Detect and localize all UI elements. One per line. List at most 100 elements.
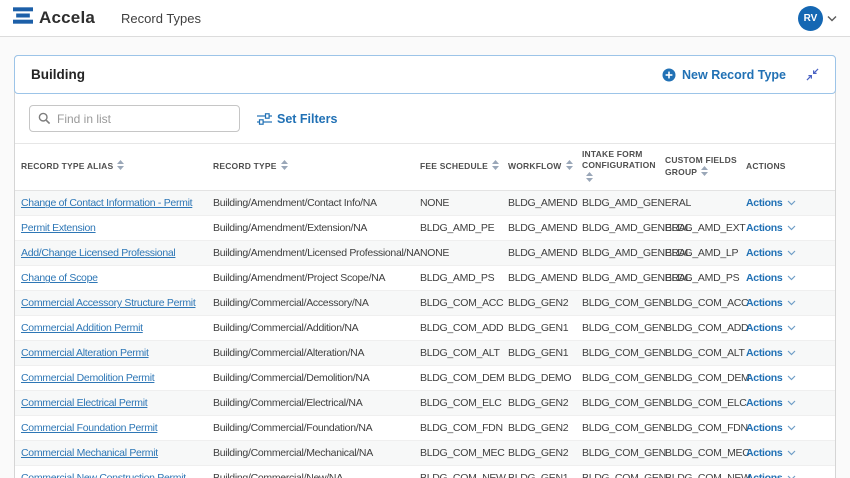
intake-form-cell: BLDG_COM_GEN [576, 441, 659, 466]
record-type-cell: Building/Commercial/Alteration/NA [207, 341, 414, 366]
workflow-cell: BLDG_GEN2 [502, 391, 576, 416]
workflow-cell: BLDG_GEN2 [502, 416, 576, 441]
workflow-cell: BLDG_GEN1 [502, 466, 576, 478]
record-type-alias-link[interactable]: Add/Change Licensed Professional [21, 247, 175, 259]
actions-dropdown[interactable]: Actions [746, 322, 796, 334]
record-type-alias-link[interactable]: Commercial Electrical Permit [21, 397, 147, 409]
actions-dropdown[interactable]: Actions [746, 472, 796, 478]
collapse-arrows-icon [806, 68, 819, 81]
user-menu-chevron-down-icon[interactable] [827, 15, 837, 22]
custom-fields-cell: BLDG_AMD_PS [659, 266, 740, 291]
workflow-cell: BLDG_GEN1 [502, 316, 576, 341]
actions-dropdown[interactable]: Actions [746, 272, 796, 284]
building-panel: Building New Record Type [14, 55, 836, 478]
custom-fields-cell: BLDG_COM_NEW [659, 466, 740, 478]
record-type-alias-link[interactable]: Commercial New Construction Permit [21, 472, 186, 478]
table-body: Change of Contact Information - Permit B… [15, 191, 835, 478]
main-content: Building New Record Type [0, 37, 850, 478]
new-record-type-button[interactable]: New Record Type [662, 68, 786, 82]
custom-fields-cell: BLDG_COM_ALT [659, 341, 740, 366]
panel-title: Building [31, 67, 85, 82]
table-row: Change of Scope Building/Amendment/Proje… [15, 266, 835, 291]
table-row: Commercial Addition Permit Building/Comm… [15, 316, 835, 341]
record-type-alias-link[interactable]: Change of Scope [21, 272, 98, 284]
page-title: Record Types [121, 11, 201, 26]
intake-form-cell: BLDG_AMD_GENERAL [576, 241, 659, 266]
record-type-cell: Building/Commercial/Accessory/NA [207, 291, 414, 316]
fee-schedule-cell: NONE [414, 191, 502, 216]
column-header-record-type-alias[interactable]: RECORD TYPE ALIAS [15, 144, 207, 191]
table-row: Commercial Electrical Permit Building/Co… [15, 391, 835, 416]
record-types-table: RECORD TYPE ALIASRECORD TYPEFEE SCHEDULE… [15, 143, 835, 478]
custom-fields-cell: BLDG_COM_FDN [659, 416, 740, 441]
workflow-cell: BLDG_AMEND [502, 266, 576, 291]
column-header-fee-schedule[interactable]: FEE SCHEDULE [414, 144, 502, 191]
actions-dropdown[interactable]: Actions [746, 347, 796, 359]
record-type-alias-link[interactable]: Commercial Mechanical Permit [21, 447, 158, 459]
record-type-cell: Building/Commercial/Electrical/NA [207, 391, 414, 416]
column-header-custom-fields-group[interactable]: CUSTOM FIELDS GROUP [659, 144, 740, 191]
sort-arrows-icon [701, 166, 708, 179]
actions-dropdown[interactable]: Actions [746, 397, 796, 409]
record-type-alias-link[interactable]: Commercial Demolition Permit [21, 372, 154, 384]
search-box[interactable] [29, 105, 240, 132]
record-type-alias-link[interactable]: Commercial Addition Permit [21, 322, 143, 334]
user-avatar[interactable]: RV [798, 6, 823, 31]
fee-schedule-cell: BLDG_AMD_PS [414, 266, 502, 291]
actions-dropdown[interactable]: Actions [746, 197, 796, 209]
fee-schedule-cell: BLDG_COM_DEM [414, 366, 502, 391]
intake-form-cell: BLDG_AMD_GENERAL [576, 216, 659, 241]
record-type-cell: Building/Commercial/New/NA [207, 466, 414, 478]
record-type-cell: Building/Amendment/Licensed Professional… [207, 241, 414, 266]
sort-arrows-icon [281, 160, 288, 173]
collapse-panel-button[interactable] [806, 68, 819, 81]
accela-brand[interactable]: Accela [13, 7, 95, 29]
column-header-intake-form-configuration[interactable]: INTAKE FORM CONFIGURATION [576, 144, 659, 191]
record-type-cell: Building/Commercial/Foundation/NA [207, 416, 414, 441]
accela-logo-icon [13, 7, 33, 29]
record-type-cell: Building/Amendment/Extension/NA [207, 216, 414, 241]
record-type-alias-link[interactable]: Permit Extension [21, 222, 96, 234]
intake-form-cell: BLDG_COM_GEN [576, 341, 659, 366]
intake-form-cell: BLDG_COM_GEN [576, 466, 659, 478]
intake-form-cell: BLDG_COM_GEN [576, 416, 659, 441]
chevron-down-icon [787, 300, 796, 306]
custom-fields-cell: BLDG_COM_MEC [659, 441, 740, 466]
record-type-cell: Building/Commercial/Demolition/NA [207, 366, 414, 391]
record-type-cell: Building/Amendment/Project Scope/NA [207, 266, 414, 291]
workflow-cell: BLDG_GEN2 [502, 291, 576, 316]
table-row: Commercial Mechanical Permit Building/Co… [15, 441, 835, 466]
actions-dropdown[interactable]: Actions [746, 372, 796, 384]
chevron-down-icon [787, 200, 796, 206]
record-type-alias-link[interactable]: Change of Contact Information - Permit [21, 197, 192, 209]
table-row: Commercial Accessory Structure Permit Bu… [15, 291, 835, 316]
actions-dropdown[interactable]: Actions [746, 297, 796, 309]
fee-schedule-cell: BLDG_COM_MEC [414, 441, 502, 466]
sort-arrows-icon [566, 160, 573, 173]
actions-dropdown[interactable]: Actions [746, 247, 796, 259]
column-header-record-type[interactable]: RECORD TYPE [207, 144, 414, 191]
set-filters-label: Set Filters [277, 112, 337, 126]
actions-dropdown[interactable]: Actions [746, 447, 796, 459]
chevron-down-icon [787, 325, 796, 331]
chevron-down-icon [787, 225, 796, 231]
record-type-alias-link[interactable]: Commercial Alteration Permit [21, 347, 149, 359]
actions-dropdown[interactable]: Actions [746, 222, 796, 234]
record-type-alias-link[interactable]: Commercial Foundation Permit [21, 422, 157, 434]
set-filters-button[interactable]: Set Filters [257, 112, 337, 126]
search-input[interactable] [57, 112, 231, 126]
chevron-down-icon [787, 425, 796, 431]
table-row: Change of Contact Information - Permit B… [15, 191, 835, 216]
record-type-alias-link[interactable]: Commercial Accessory Structure Permit [21, 297, 195, 309]
column-header-workflow[interactable]: WORKFLOW [502, 144, 576, 191]
intake-form-cell: BLDG_COM_GEN [576, 316, 659, 341]
sort-arrows-icon [492, 160, 499, 173]
actions-dropdown[interactable]: Actions [746, 422, 796, 434]
search-icon [38, 112, 51, 125]
chevron-down-icon [787, 450, 796, 456]
chevron-down-icon [787, 400, 796, 406]
chevron-down-icon [787, 275, 796, 281]
workflow-cell: BLDG_GEN1 [502, 341, 576, 366]
table-row: Commercial New Construction Permit Build… [15, 466, 835, 478]
fee-schedule-cell: BLDG_AMD_PE [414, 216, 502, 241]
